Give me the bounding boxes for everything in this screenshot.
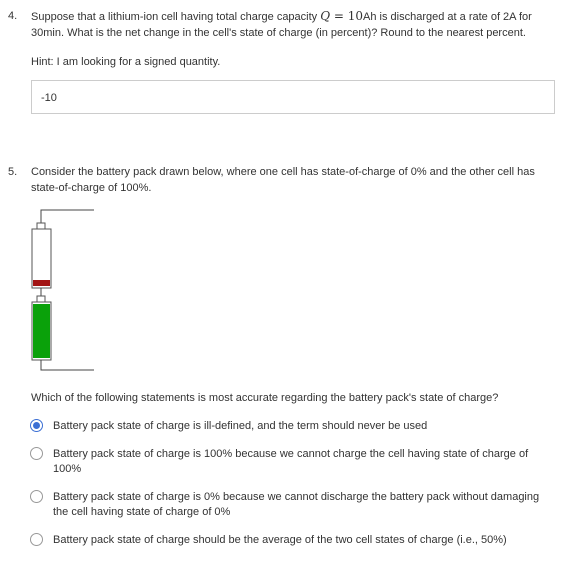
question-number: 5.: [8, 166, 18, 178]
top-cell-body: [31, 228, 52, 289]
question-text: Consider the battery pack drawn below, w…: [31, 166, 535, 194]
radio-option-1[interactable]: [30, 419, 43, 432]
bottom-cell-charge-level: [33, 304, 50, 358]
option-label: Battery pack state of charge is ill-defi…: [53, 420, 428, 432]
option-1[interactable]: Battery pack state of charge is ill-defi…: [30, 419, 550, 435]
battery-pack-figure: [31, 209, 94, 371]
answer-value: -10: [41, 92, 57, 104]
radio-option-3[interactable]: [30, 490, 43, 503]
question-text-part1: Suppose that a lithium-ion cell having t…: [31, 11, 321, 23]
option-2[interactable]: Battery pack state of charge is 100% bec…: [30, 447, 550, 477]
option-label: Battery pack state of charge should be t…: [53, 534, 507, 546]
top-wire: [40, 209, 94, 224]
question-text: Suppose that a lithium-ion cell having t…: [31, 8, 551, 41]
question-number: 4.: [8, 10, 18, 22]
option-3[interactable]: Battery pack state of charge is 0% becau…: [30, 490, 550, 520]
option-4[interactable]: Battery pack state of charge should be t…: [30, 533, 550, 549]
math-expression: Q = 10: [320, 9, 363, 23]
radio-option-4[interactable]: [30, 533, 43, 546]
option-label: Battery pack state of charge is 0% becau…: [53, 491, 540, 518]
radio-option-2[interactable]: [30, 447, 43, 460]
bottom-cell-terminal: [36, 295, 46, 303]
math-variable: Q: [320, 9, 331, 23]
option-label: Battery pack state of charge is 100% bec…: [53, 448, 529, 475]
top-cell-charge-level: [33, 280, 50, 286]
math-value: = 10: [330, 9, 364, 23]
top-cell-terminal: [36, 222, 46, 230]
answer-input[interactable]: -10: [31, 80, 555, 114]
bottom-wire: [40, 360, 94, 371]
hint-text: Hint: I am looking for a signed quantity…: [31, 56, 221, 68]
question-prompt: Which of the following statements is mos…: [31, 392, 499, 404]
